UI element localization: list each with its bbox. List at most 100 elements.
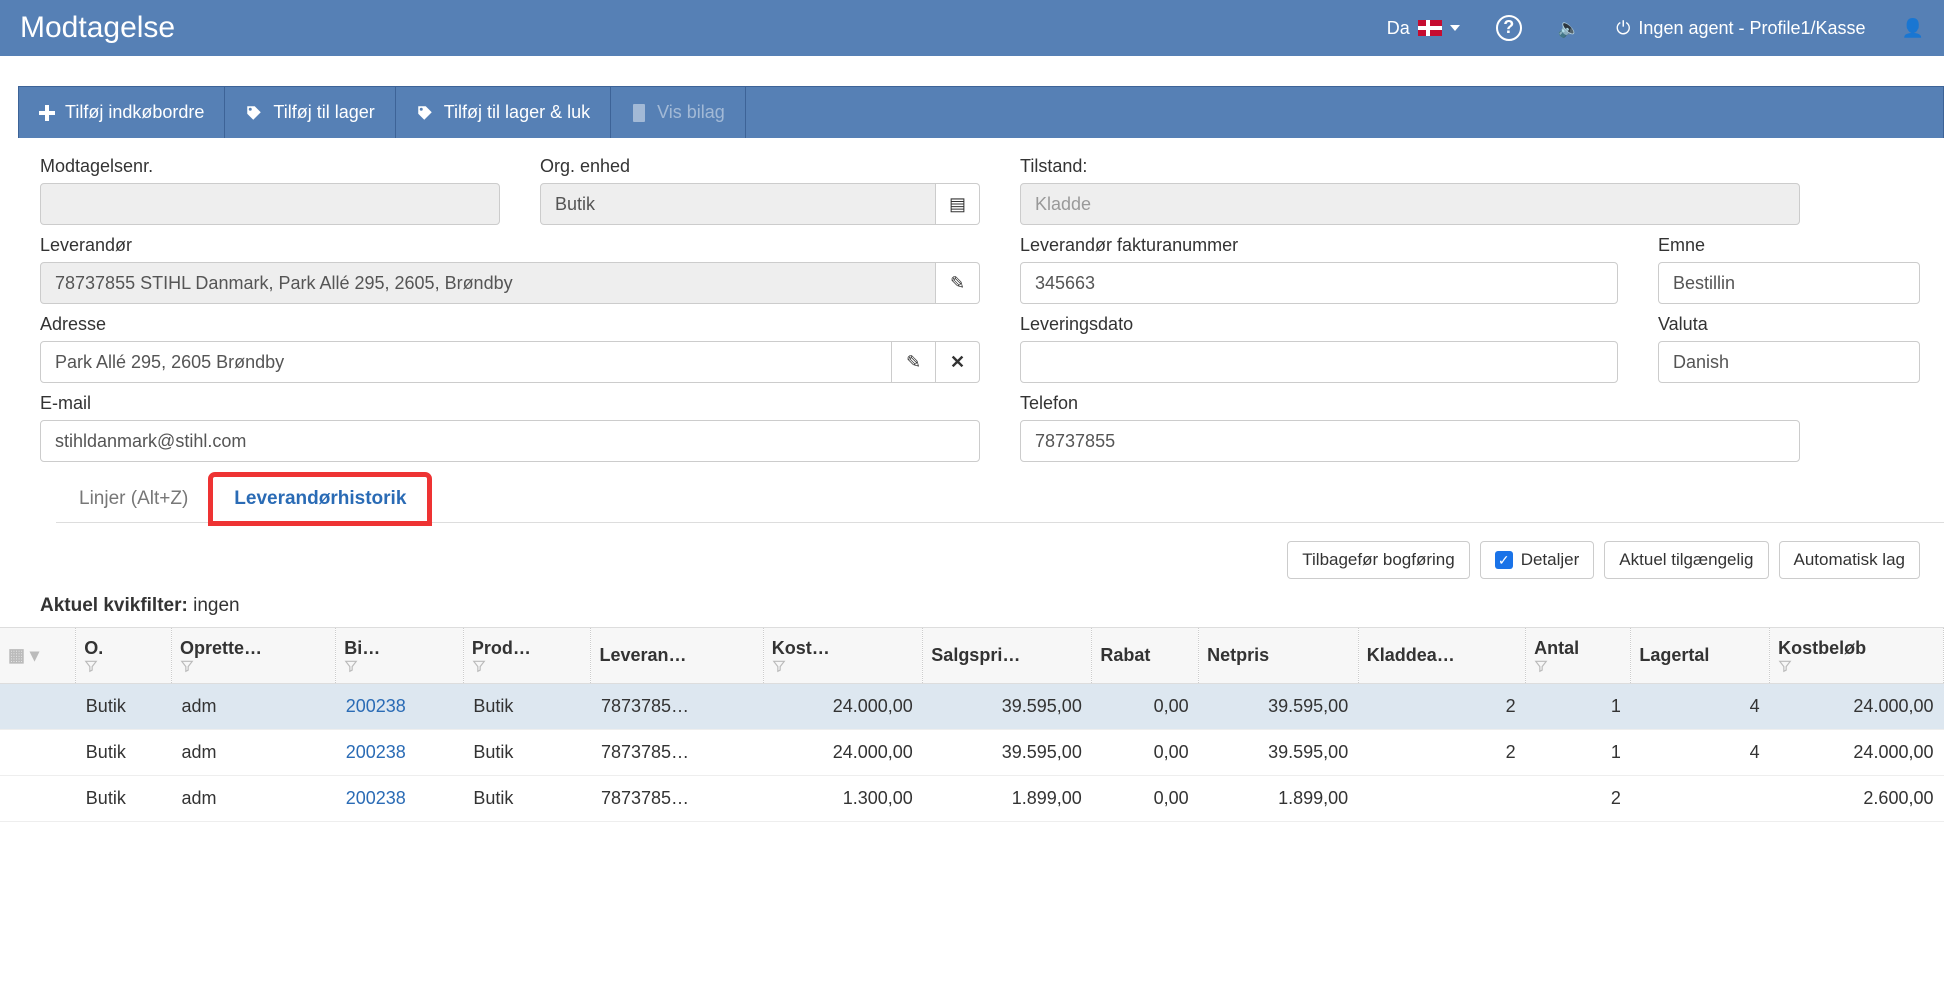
filter-icon[interactable] [1534, 659, 1622, 673]
flag-dk-icon [1418, 20, 1442, 36]
email-label: E-mail [40, 393, 980, 414]
telefon-input[interactable] [1020, 420, 1800, 462]
leveringsdato-input[interactable] [1020, 341, 1618, 383]
org-picker-button[interactable] [936, 183, 980, 225]
autolag-button[interactable]: Automatisk lag [1779, 541, 1921, 579]
grid-header-row: ▦ ▾O. Oprette… Bi… Prod… Leveran…Kost… S… [0, 628, 1944, 684]
adresse-input[interactable] [40, 341, 892, 383]
col-header[interactable]: Prod… [463, 628, 591, 684]
toolbar: Tilføj indkøbordre Tilføj til lager Tilf… [18, 86, 1944, 138]
add-stock-close-button[interactable]: Tilføj til lager & luk [396, 87, 611, 138]
actions-row: Tilbagefør bogføring ✓ Detaljer Aktuel t… [0, 523, 1944, 589]
col-header[interactable]: Kost… [763, 628, 923, 684]
add-stock-label: Tilføj til lager [273, 102, 374, 123]
topbar: Modtagelse Da Ingen agent - Profile1/Kas… [0, 0, 1944, 56]
email-input[interactable] [40, 420, 980, 462]
add-stock-button[interactable]: Tilføj til lager [225, 87, 395, 138]
user-icon [1902, 18, 1924, 39]
bi-link[interactable]: 200238 [346, 696, 406, 716]
col-header[interactable]: O. [76, 628, 172, 684]
grid: ▦ ▾O. Oprette… Bi… Prod… Leveran…Kost… S… [0, 627, 1944, 822]
valuta-input[interactable] [1658, 341, 1920, 383]
faktura-label: Leverandør fakturanummer [1020, 235, 1618, 256]
col-header[interactable]: Rabat [1092, 628, 1199, 684]
tilbagefoer-button[interactable]: Tilbagefør bogføring [1287, 541, 1469, 579]
power-icon [1616, 18, 1630, 39]
agent-selector[interactable]: Ingen agent - Profile1/Kasse [1616, 18, 1865, 39]
add-po-button[interactable]: Tilføj indkøbordre [19, 87, 225, 138]
tilstand-label: Tilstand: [1020, 156, 1800, 177]
plus-icon [39, 105, 55, 121]
user-button[interactable] [1902, 18, 1924, 39]
quickfilter-label: Aktuel kvikfilter: ingen [0, 589, 1944, 627]
detaljer-toggle[interactable]: ✓ Detaljer [1480, 541, 1595, 579]
col-header[interactable]: Oprette… [172, 628, 336, 684]
col-header[interactable]: Netpris [1199, 628, 1359, 684]
filter-prefix: Aktuel kvikfilter: [40, 595, 188, 616]
leverandor-label: Leverandør [40, 235, 980, 256]
col-header[interactable]: Kostbeløb [1770, 628, 1944, 684]
col-header[interactable]: Bi… [336, 628, 464, 684]
checkbox-checked-icon: ✓ [1495, 551, 1513, 569]
col-header[interactable]: Lagertal [1631, 628, 1770, 684]
language-selector[interactable]: Da [1387, 18, 1460, 39]
filter-icon[interactable] [344, 659, 455, 673]
help-icon [1496, 15, 1522, 41]
col-header[interactable]: Kladdea… [1358, 628, 1525, 684]
sound-icon [1558, 18, 1580, 39]
filter-value: ingen [193, 595, 240, 616]
table-row[interactable]: Butikadm200238Butik7873785…24.000,0039.5… [0, 684, 1944, 730]
adresse-edit-button[interactable] [892, 341, 936, 383]
valuta-label: Valuta [1658, 314, 1920, 335]
filter-icon[interactable] [180, 659, 327, 673]
filter-icon[interactable] [1778, 659, 1935, 673]
add-stock-close-label: Tilføj til lager & luk [444, 102, 590, 123]
leverandor-value: 78737855 STIHL Danmark, Park Allé 295, 2… [40, 262, 936, 304]
col-header[interactable]: Leveran… [591, 628, 763, 684]
tag-icon [245, 104, 263, 122]
caret-down-icon [1450, 25, 1460, 31]
modtagelsenr-value [40, 183, 500, 225]
faktura-input[interactable] [1020, 262, 1618, 304]
agent-label: Ingen agent - Profile1/Kasse [1638, 18, 1865, 39]
filter-icon[interactable] [84, 659, 163, 673]
table-row[interactable]: Butikadm200238Butik7873785…24.000,0039.5… [0, 730, 1944, 776]
edit-icon [950, 273, 965, 294]
tilstand-value: Kladde [1020, 183, 1800, 225]
telefon-label: Telefon [1020, 393, 1800, 414]
bi-link[interactable]: 200238 [346, 788, 406, 808]
edit-icon [906, 352, 921, 373]
detaljer-label: Detaljer [1521, 550, 1580, 570]
page-title: Modtagelse [20, 11, 175, 45]
leveringsdato-label: Leveringsdato [1020, 314, 1618, 335]
modtagelsenr-label: Modtagelsenr. [40, 156, 500, 177]
adresse-label: Adresse [40, 314, 980, 335]
tab-leverandorhistorik[interactable]: Leverandørhistorik [211, 475, 429, 523]
show-attach-button: Vis bilag [611, 87, 746, 138]
leverandor-edit-button[interactable] [936, 262, 980, 304]
tag-icon [416, 104, 434, 122]
document-icon [631, 104, 647, 122]
sound-button[interactable] [1558, 18, 1580, 39]
filter-icon[interactable] [772, 659, 915, 673]
emne-input[interactable] [1658, 262, 1920, 304]
filter-icon[interactable] [472, 659, 583, 673]
emne-label: Emne [1658, 235, 1920, 256]
col-header[interactable]: Antal [1526, 628, 1631, 684]
close-icon [950, 352, 965, 373]
tabs: Linjer (Alt+Z) Leverandørhistorik [56, 474, 1944, 523]
table-row[interactable]: Butikadm200238Butik7873785…1.300,001.899… [0, 776, 1944, 822]
org-value: Butik [540, 183, 936, 225]
help-button[interactable] [1496, 15, 1522, 41]
tab-linjer[interactable]: Linjer (Alt+Z) [56, 475, 211, 523]
list-icon [949, 194, 966, 215]
add-po-label: Tilføj indkøbordre [65, 102, 204, 123]
lang-label: Da [1387, 18, 1410, 39]
show-attach-label: Vis bilag [657, 102, 725, 123]
bi-link[interactable]: 200238 [346, 742, 406, 762]
adresse-clear-button[interactable] [936, 341, 980, 383]
col-header[interactable]: Salgspri… [923, 628, 1092, 684]
aktuel-button[interactable]: Aktuel tilgængelig [1604, 541, 1768, 579]
org-label: Org. enhed [540, 156, 980, 177]
col-selector[interactable]: ▦ ▾ [0, 628, 76, 684]
